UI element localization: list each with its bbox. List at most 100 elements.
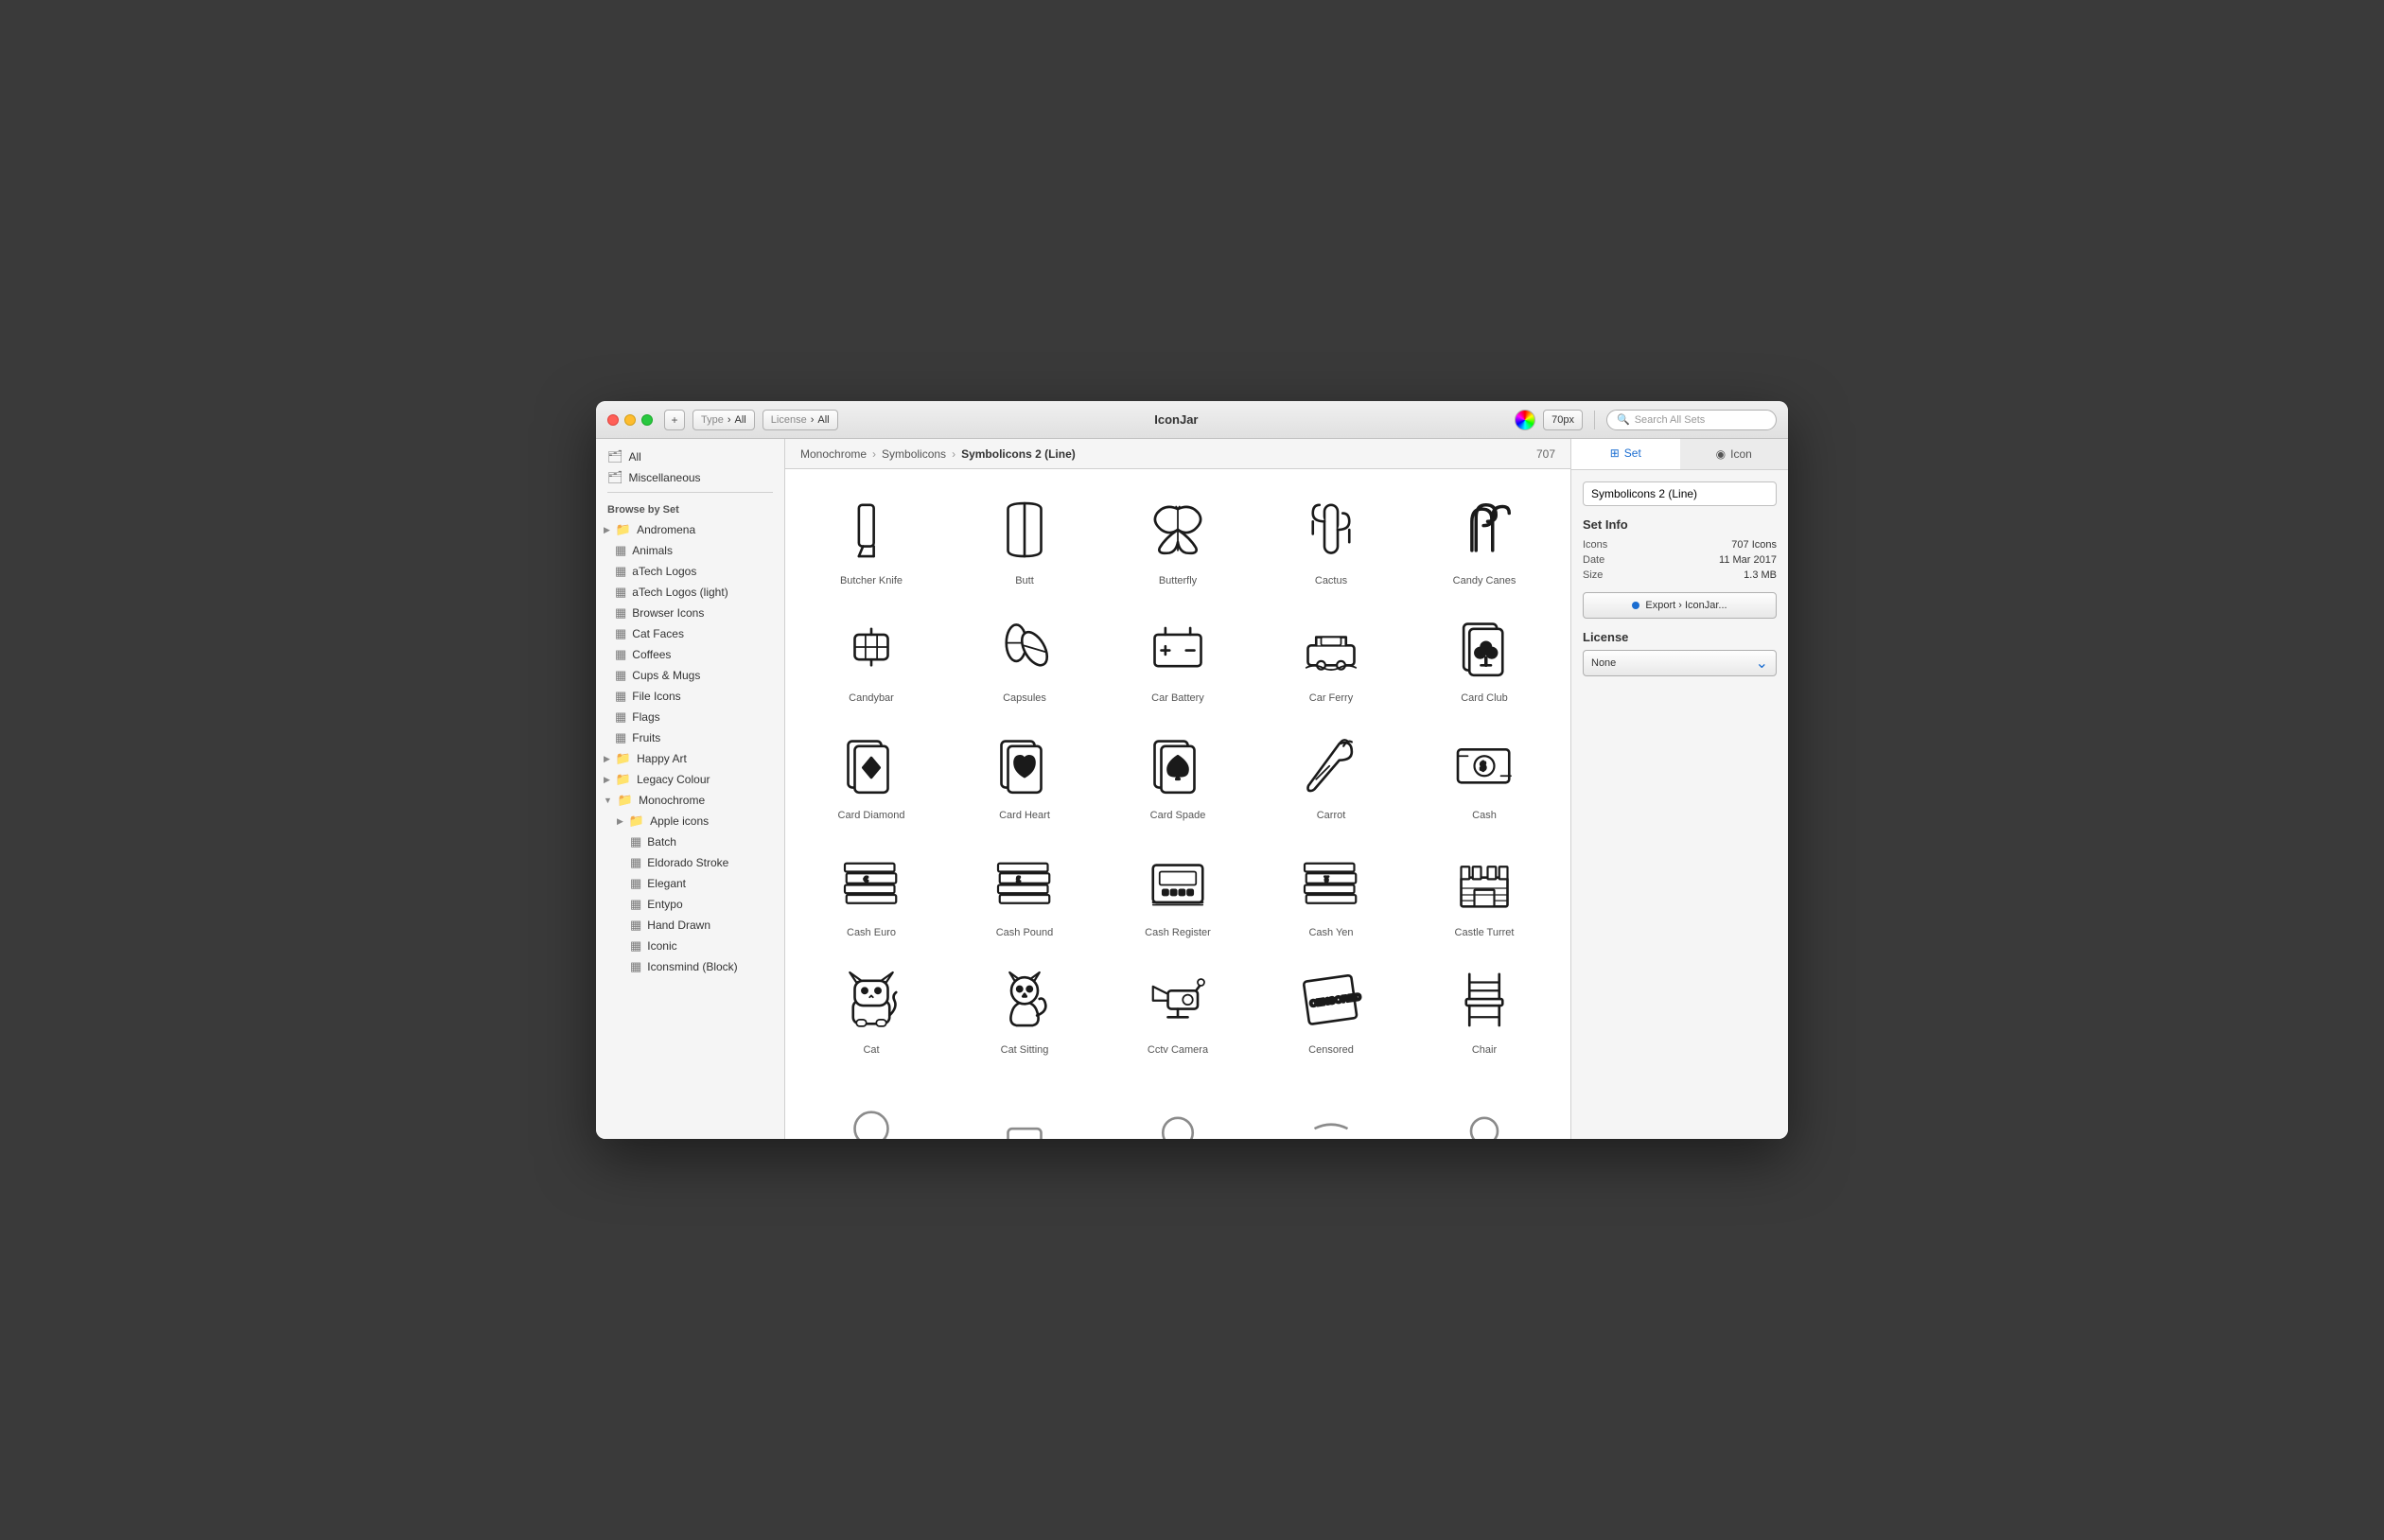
icon-cell-cactus[interactable]: Cactus xyxy=(1256,481,1406,594)
sidebar-item-label: Cups & Mugs xyxy=(632,669,700,682)
license-select[interactable]: None ⌄ xyxy=(1583,650,1777,676)
icon-cell-card-heart[interactable]: Card Heart xyxy=(950,715,1099,829)
close-button[interactable] xyxy=(607,414,619,426)
icon-cell-cat[interactable]: Cat xyxy=(797,950,946,1063)
icon-cell-butterfly[interactable]: Butterfly xyxy=(1103,481,1253,594)
icon-cell-card-club[interactable]: Card Club xyxy=(1410,598,1559,711)
titlebar: + Type › All License › All IconJar 70px … xyxy=(596,401,1788,439)
icon-cell-cash-euro[interactable]: € Cash Euro xyxy=(797,832,946,946)
sidebar-item-appleicons[interactable]: ▶ 📁 Apple icons xyxy=(596,811,784,831)
sidebar-item-handdrawn[interactable]: ▦ Hand Drawn xyxy=(596,915,784,936)
sidebar-item-monochrome[interactable]: ▼ 📁 Monochrome xyxy=(596,790,784,811)
breadcrumb: Monochrome › Symbolicons › Symbolicons 2… xyxy=(785,439,1570,469)
search-bar[interactable]: 🔍 Search All Sets xyxy=(1606,410,1777,430)
icon-cell-carrot[interactable]: Carrot xyxy=(1256,715,1406,829)
sidebar-item-atech[interactable]: ▦ aTech Logos xyxy=(596,561,784,582)
icon-cell-butcher-knife[interactable]: Butcher Knife xyxy=(797,481,946,594)
card-club-label: Card Club xyxy=(1461,692,1508,704)
sidebar-item-all[interactable]: 🗂 All xyxy=(596,446,784,467)
sidebar-item-flags[interactable]: ▦ Flags xyxy=(596,707,784,727)
icon-cell-chair[interactable]: Chair xyxy=(1410,950,1559,1063)
icon-cell-censored[interactable]: CENSORED Censored xyxy=(1256,950,1406,1063)
breadcrumb-monochrome[interactable]: Monochrome xyxy=(800,447,867,461)
icon-cell-car-battery[interactable]: Car Battery xyxy=(1103,598,1253,711)
sidebar-item-coffees[interactable]: ▦ Coffees xyxy=(596,644,784,665)
icon-cell-cat-sitting[interactable]: Cat Sitting xyxy=(950,950,1099,1063)
license-value: None xyxy=(1591,657,1616,669)
cash-pound-icon: £ xyxy=(987,844,1062,919)
icon-cell-capsules[interactable]: Capsules xyxy=(950,598,1099,711)
license-filter[interactable]: License › All xyxy=(763,410,838,430)
capsules-icon xyxy=(987,609,1062,685)
cash-register-label: Cash Register xyxy=(1145,927,1211,938)
icon-cell-cash-pound[interactable]: £ Cash Pound xyxy=(950,832,1099,946)
castle-turret-label: Castle Turret xyxy=(1455,927,1515,938)
sidebar-item-batch[interactable]: ▦ Batch xyxy=(596,831,784,852)
minimize-button[interactable] xyxy=(624,414,636,426)
icon-cell-car-ferry[interactable]: Car Ferry xyxy=(1256,598,1406,711)
svg-text:£: £ xyxy=(1016,874,1021,884)
icon-cell-card-spade[interactable]: Card Spade xyxy=(1103,715,1253,829)
sidebar-item-animals[interactable]: ▦ Animals xyxy=(596,540,784,561)
icon-cell-partial1[interactable] xyxy=(797,1067,946,1139)
license-value: All xyxy=(817,414,829,426)
car-ferry-label: Car Ferry xyxy=(1309,692,1353,704)
icon-cell-cash-yen[interactable]: ¥ Cash Yen xyxy=(1256,832,1406,946)
sidebar-item-label: Fruits xyxy=(632,731,660,744)
folder-icon: 📁 xyxy=(616,522,631,537)
color-wheel-button[interactable] xyxy=(1515,410,1535,430)
sidebar-item-label: Hand Drawn xyxy=(647,919,710,932)
maximize-button[interactable] xyxy=(641,414,653,426)
set-icon: ▦ xyxy=(630,834,641,849)
sidebar-item-label: aTech Logos xyxy=(632,565,696,578)
sidebar-item-elegant[interactable]: ▦ Elegant xyxy=(596,873,784,894)
sidebar-item-misc[interactable]: 🗂 Miscellaneous xyxy=(596,467,784,488)
folder-icon: 🗂 xyxy=(607,470,623,485)
sidebar-item-catfaces[interactable]: ▦ Cat Faces xyxy=(596,623,784,644)
icon-cell-cash[interactable]: $ Cash xyxy=(1410,715,1559,829)
tab-icon[interactable]: ◉ Icon xyxy=(1680,439,1789,469)
carrot-icon xyxy=(1293,726,1369,802)
icon-cell-partial2[interactable] xyxy=(950,1067,1099,1139)
add-button[interactable]: + xyxy=(664,410,685,430)
sidebar-item-label: aTech Logos (light) xyxy=(632,586,727,599)
sidebar-item-fileicons[interactable]: ▦ File Icons xyxy=(596,686,784,707)
folder-icon: 🗂 xyxy=(607,449,623,464)
license-title: License xyxy=(1583,630,1777,644)
sidebar-item-iconsmind[interactable]: ▦ Iconsmind (Block) xyxy=(596,956,784,977)
icon-cell-cash-register[interactable]: Cash Register xyxy=(1103,832,1253,946)
sidebar-item-cups[interactable]: ▦ Cups & Mugs xyxy=(596,665,784,686)
sidebar-item-label: Monochrome xyxy=(639,794,705,807)
icon-cell-partial3[interactable] xyxy=(1103,1067,1253,1139)
breadcrumb-symbolicons[interactable]: Symbolicons xyxy=(882,447,946,461)
sidebar-item-eldorado[interactable]: ▦ Eldorado Stroke xyxy=(596,852,784,873)
type-filter[interactable]: Type › All xyxy=(692,410,755,430)
sidebar-item-andromena[interactable]: ▶ 📁 Andromena xyxy=(596,519,784,540)
sidebar-item-legacy[interactable]: ▶ 📁 Legacy Colour xyxy=(596,769,784,790)
icon-cell-cctv-camera[interactable]: Cctv Camera xyxy=(1103,950,1253,1063)
icon-cell-castle-turret[interactable]: Castle Turret xyxy=(1410,832,1559,946)
icon-cell-partial4[interactable] xyxy=(1256,1067,1406,1139)
icon-cell-candybar[interactable]: Candybar xyxy=(797,598,946,711)
sidebar-item-entypo[interactable]: ▦ Entypo xyxy=(596,894,784,915)
tab-set[interactable]: ⊞ Set xyxy=(1571,439,1680,469)
set-icon: ▦ xyxy=(615,564,626,579)
icon-cell-partial5[interactable] xyxy=(1410,1067,1559,1139)
icon-cell-card-diamond[interactable]: Card Diamond xyxy=(797,715,946,829)
icon-tab-label: Icon xyxy=(1730,447,1752,461)
traffic-lights xyxy=(607,414,653,426)
icon-cell-candy-canes[interactable]: Candy Canes xyxy=(1410,481,1559,594)
sidebar-item-atech-light[interactable]: ▦ aTech Logos (light) xyxy=(596,582,784,603)
set-name-input[interactable] xyxy=(1583,481,1777,506)
sidebar-item-happyart[interactable]: ▶ 📁 Happy Art xyxy=(596,748,784,769)
sidebar-all-label: All xyxy=(629,450,641,464)
sidebar-item-iconic[interactable]: ▦ Iconic xyxy=(596,936,784,956)
px-display[interactable]: 70px xyxy=(1543,410,1583,430)
sidebar-item-fruits[interactable]: ▦ Fruits xyxy=(596,727,784,748)
butcher-knife-label: Butcher Knife xyxy=(840,575,903,586)
type-sep: › xyxy=(727,414,731,426)
butcher-knife-icon xyxy=(833,492,909,568)
sidebar-item-browser[interactable]: ▦ Browser Icons xyxy=(596,603,784,623)
export-button[interactable]: Export › IconJar... xyxy=(1583,592,1777,619)
icon-cell-butt[interactable]: Butt xyxy=(950,481,1099,594)
